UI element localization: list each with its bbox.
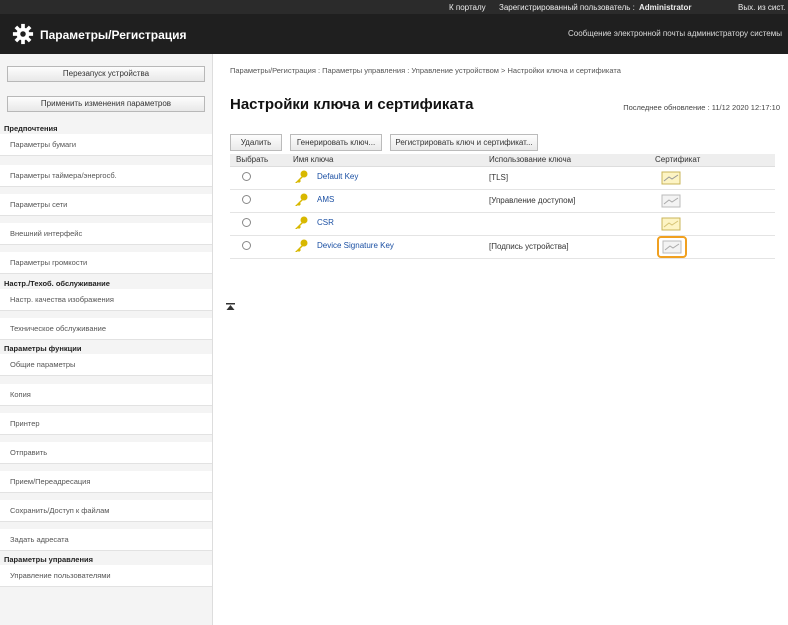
- column-header-key-name: Имя ключа: [287, 154, 483, 167]
- sidebar-item-user-management[interactable]: Управление пользователями: [0, 565, 212, 587]
- key-name-link[interactable]: Default Key: [317, 172, 358, 181]
- sidebar-item-image-quality[interactable]: Настр. качества изображения: [0, 289, 212, 311]
- sidebar-item-send[interactable]: Отправить: [0, 442, 212, 464]
- sidebar-item-maintenance[interactable]: Техническое обслуживание: [0, 318, 212, 340]
- certificate-icon[interactable]: [661, 217, 681, 231]
- select-radio[interactable]: [242, 241, 251, 250]
- portal-link[interactable]: К порталу: [449, 3, 486, 12]
- key-name-link[interactable]: CSR: [317, 218, 334, 227]
- key-table: Выбрать Имя ключа Использование ключа Се…: [230, 154, 775, 259]
- sidebar-item-printer[interactable]: Принтер: [0, 413, 212, 435]
- sidebar-item-common[interactable]: Общие параметры: [0, 354, 212, 376]
- gear-icon: [12, 23, 34, 45]
- sidebar-item-timer[interactable]: Параметры таймера/энергосб.: [0, 165, 212, 187]
- column-header-key-usage: Использование ключа: [483, 154, 649, 167]
- certificate-icon[interactable]: [661, 171, 681, 185]
- key-usage: [Подпись устройства]: [483, 235, 649, 259]
- logout-link[interactable]: Вых. из сист.: [738, 3, 785, 12]
- breadcrumb: Параметры/Регистрация : Параметры управл…: [230, 66, 621, 75]
- sidebar-item-volume[interactable]: Параметры громкости: [0, 252, 212, 274]
- sidebar-section-preferences: Предпочтения: [4, 124, 58, 133]
- title-bar: Параметры/Регистрация Сообщение электрон…: [0, 14, 788, 54]
- key-name-link[interactable]: AMS: [317, 195, 334, 204]
- certificate-highlight: [657, 235, 687, 258]
- sidebar-item-copy[interactable]: Копия: [0, 384, 212, 406]
- certificate-icon[interactable]: [661, 194, 681, 208]
- key-usage: [TLS]: [483, 166, 649, 190]
- key-name-link[interactable]: Device Signature Key: [317, 241, 394, 250]
- scroll-top-icon[interactable]: [226, 303, 235, 312]
- select-radio[interactable]: [242, 195, 251, 204]
- sidebar-item-set-destination[interactable]: Задать адресата: [0, 529, 212, 551]
- sidebar-item-external-interface[interactable]: Внешний интерфейс: [0, 223, 212, 245]
- table-row: Device Signature Key [Подпись устройства…: [230, 235, 775, 259]
- table-row: CSR: [230, 212, 775, 236]
- key-icon: [295, 193, 308, 206]
- user-label: Зарегистрированный пользователь :: [499, 3, 635, 12]
- certificate-icon[interactable]: [662, 240, 682, 254]
- main-content: Параметры/Регистрация : Параметры управл…: [213, 54, 788, 625]
- generate-key-button[interactable]: Генерировать ключ...: [290, 134, 382, 151]
- sidebar-item-receive-forward[interactable]: Прием/Переадресация: [0, 471, 212, 493]
- key-usage: [Управление доступом]: [483, 189, 649, 213]
- table-row: Default Key [TLS]: [230, 166, 775, 190]
- key-icon: [295, 239, 308, 252]
- key-icon: [295, 170, 308, 183]
- page-title: Настройки ключа и сертификата: [230, 96, 474, 113]
- column-header-select: Выбрать: [230, 154, 287, 167]
- sidebar-item-store-access-files[interactable]: Сохранить/Доступ к файлам: [0, 500, 212, 522]
- sidebar-section-management: Параметры управления: [4, 555, 93, 564]
- sidebar-item-paper[interactable]: Параметры бумаги: [0, 134, 212, 156]
- sidebar-section-function-settings: Параметры функции: [4, 344, 82, 353]
- key-icon: [295, 216, 308, 229]
- last-updated: Последнее обновление : 11/12 2020 12:17:…: [623, 103, 780, 112]
- admin-mail-link[interactable]: Сообщение электронной почты администрато…: [568, 29, 782, 38]
- column-header-certificate: Сертификат: [649, 154, 775, 167]
- sidebar-section-maintenance: Настр./Техоб. обслуживание: [4, 279, 110, 288]
- register-key-cert-button[interactable]: Регистрировать ключ и сертификат...: [390, 134, 538, 151]
- user-name: Administrator: [639, 3, 692, 12]
- select-radio[interactable]: [242, 218, 251, 227]
- select-radio[interactable]: [242, 172, 251, 181]
- app-title: Параметры/Регистрация: [40, 28, 187, 42]
- sidebar-item-network[interactable]: Параметры сети: [0, 194, 212, 216]
- top-bar: К порталу Зарегистрированный пользовател…: [0, 0, 788, 14]
- table-row: AMS [Управление доступом]: [230, 189, 775, 213]
- sidebar: Перезапуск устройства Применить изменени…: [0, 54, 213, 625]
- delete-button[interactable]: Удалить: [230, 134, 282, 151]
- restart-device-button[interactable]: Перезапуск устройства: [7, 66, 205, 82]
- key-usage: [483, 212, 649, 236]
- apply-settings-button[interactable]: Применить изменения параметров: [7, 96, 205, 112]
